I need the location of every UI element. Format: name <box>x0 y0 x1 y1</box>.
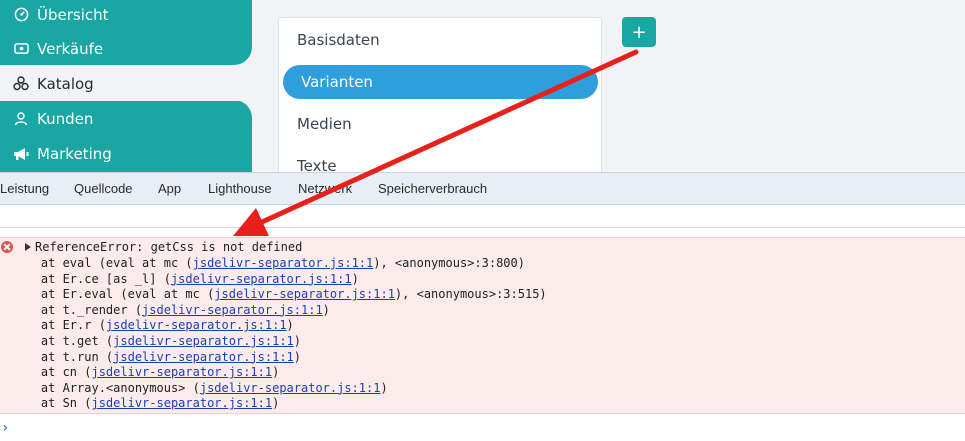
devtools-tab-leistung[interactable]: Leistung <box>0 173 49 204</box>
stack-trace-text: ) <box>351 271 359 286</box>
sidebar-item-label: Katalog <box>37 74 94 93</box>
stack-trace-text: at Er.ce [as _l] ( <box>12 271 171 286</box>
devtools-tab-lighthouse[interactable]: Lighthouse <box>208 173 272 204</box>
error-message: ReferenceError: getCss is not defined <box>35 240 303 254</box>
tab-medien[interactable]: Medien <box>279 107 601 141</box>
stack-trace-text: ) <box>322 302 330 317</box>
sidebar-item-verkaeufe[interactable]: Verkäufe <box>0 31 252 66</box>
sidebar-item-uebersicht[interactable]: Übersicht <box>0 0 252 32</box>
stack-trace-text: at Array.<anonymous> ( <box>12 380 200 395</box>
source-link[interactable]: jsdelivr-separator.js:1:1 <box>171 272 352 286</box>
sidebar-item-label: Marketing <box>37 144 112 163</box>
stack-trace-text: at t._render ( <box>12 302 143 317</box>
source-link[interactable]: jsdelivr-separator.js:1:1 <box>106 318 287 332</box>
megaphone-icon <box>13 146 29 162</box>
sidebar-item-marketing[interactable]: Marketing <box>0 136 252 171</box>
source-link[interactable]: jsdelivr-separator.js:1:1 <box>214 287 395 301</box>
devtools-tab-app[interactable]: App <box>158 173 181 204</box>
wallet-icon <box>13 41 29 57</box>
console-prompt-icon[interactable]: › <box>1 420 9 436</box>
app-area: Übersicht Verkäufe Katalog Kunden Market <box>0 0 965 172</box>
source-link[interactable]: jsdelivr-separator.js:1:1 <box>193 256 374 270</box>
product-tabs-panel: Basisdaten Varianten Medien Texte <box>278 17 602 172</box>
stack-trace-text: ) <box>272 365 280 380</box>
stack-trace-line: at Sn (jsdelivr-separator.js:1:1) <box>12 395 279 411</box>
source-link[interactable]: jsdelivr-separator.js:1:1 <box>113 350 294 364</box>
stack-trace-text: ) <box>293 334 302 348</box>
source-link[interactable]: jsdelivr-separator.js:1:1 <box>142 303 323 317</box>
stack-trace-line: at Er.r (jsdelivr-separator.js:1:1) <box>12 317 294 333</box>
source-link[interactable]: jsdelivr-separator.js:1:1 <box>113 334 294 348</box>
expand-triangle-icon[interactable] <box>25 243 31 251</box>
error-icon <box>1 241 13 253</box>
stack-trace-text: at Er.eval (eval at mc ( <box>12 287 215 302</box>
sidebar-item-katalog[interactable]: Katalog <box>0 66 252 101</box>
user-icon <box>13 111 29 127</box>
stack-trace-text: ), <anonymous>:3:800) <box>373 256 525 270</box>
tab-texte[interactable]: Texte <box>279 149 601 172</box>
stack-trace-text: at t.get ( <box>12 334 114 348</box>
stack-trace-line: at t.get (jsdelivr-separator.js:1:1) <box>12 333 301 349</box>
stack-trace-line: at Array.<anonymous> (jsdelivr-separator… <box>12 380 388 396</box>
stack-trace-text: ) <box>380 380 388 395</box>
devtools-tab-speicherverbrauch[interactable]: Speicherverbrauch <box>378 173 487 204</box>
source-link[interactable]: jsdelivr-separator.js:1:1 <box>91 396 272 410</box>
stack-trace-text: ), <anonymous>:3:515) <box>394 287 547 302</box>
stack-trace-line: at Er.ce [as _l] (jsdelivr-separator.js:… <box>12 271 359 287</box>
sidebar-item-label: Übersicht <box>37 5 109 24</box>
console-toolbar <box>0 205 965 228</box>
sidebar-item-label: Verkäufe <box>37 39 104 58</box>
add-button[interactable]: + <box>622 17 656 47</box>
sidebar: Übersicht Verkäufe Katalog Kunden Market <box>0 0 252 172</box>
stack-trace-line: at t._render (jsdelivr-separator.js:1:1) <box>12 302 330 318</box>
stack-trace-text: ) <box>286 318 294 333</box>
sidebar-item-label: Kunden <box>37 109 94 128</box>
sidebar-item-kunden[interactable]: Kunden <box>0 101 252 136</box>
stack-trace-text: at eval (eval at mc ( <box>12 256 193 270</box>
stack-trace-text: at cn ( <box>12 365 92 380</box>
stack-trace-text: at Sn ( <box>12 396 92 411</box>
stack-trace-text: ) <box>272 396 280 411</box>
stack-trace-line: at cn (jsdelivr-separator.js:1:1) <box>12 364 279 380</box>
stack-trace-text: at t.run ( <box>12 349 114 364</box>
tab-basisdaten[interactable]: Basisdaten <box>279 23 601 57</box>
stack-trace-line: at t.run (jsdelivr-separator.js:1:1) <box>12 349 301 365</box>
tab-varianten[interactable]: Varianten <box>283 65 598 99</box>
source-link[interactable]: jsdelivr-separator.js:1:1 <box>91 365 272 379</box>
console-error-entry: ReferenceError: getCss is not defined at… <box>0 237 965 414</box>
stack-trace-line: at Er.eval (eval at mc (jsdelivr-separat… <box>12 286 547 302</box>
devtools-tab-quellcode[interactable]: Quellcode <box>74 173 133 204</box>
stack-trace-line: at eval (eval at mc (jsdelivr-separator.… <box>12 255 525 271</box>
stack-trace-text: ) <box>293 349 302 364</box>
source-link[interactable]: jsdelivr-separator.js:1:1 <box>200 381 381 395</box>
stack-trace-text: at Er.r ( <box>12 318 106 333</box>
devtools-tab-netzwerk[interactable]: Netzwerk <box>298 173 352 204</box>
catalog-icon <box>13 76 29 92</box>
dashboard-icon <box>13 7 29 23</box>
devtools-tab-bar: Leistung Quellcode App Lighthouse Netzwe… <box>0 172 965 205</box>
